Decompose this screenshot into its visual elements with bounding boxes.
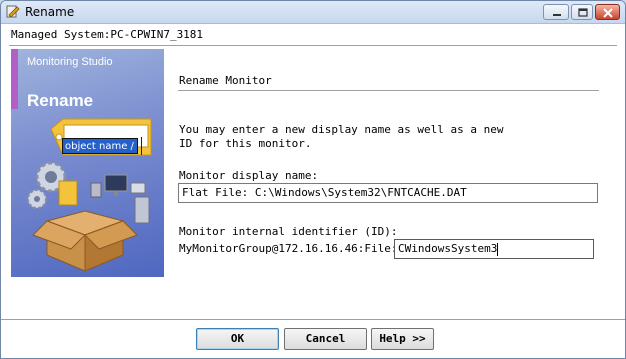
title-bar: Rename [1, 1, 625, 24]
section-heading: Rename Monitor [179, 74, 272, 87]
close-button[interactable] [595, 4, 620, 20]
internal-id-prefix: MyMonitorGroup@172.16.16.46:File: [179, 242, 398, 255]
window-title: Rename [25, 5, 75, 19]
ok-button[interactable]: OK [196, 328, 279, 350]
display-name-label: Monitor display name: [179, 169, 319, 182]
managed-system-label: Managed System:PC-CPWIN7_3181 [11, 28, 204, 41]
cancel-button[interactable]: Cancel [284, 328, 367, 350]
text-cursor-icon [141, 137, 142, 155]
help-button[interactable]: Help >> [371, 328, 434, 350]
instructions-text: You may enter a new display name as well… [179, 123, 504, 150]
display-name-input[interactable]: Flat File: C:\Windows\System32\FNTCACHE.… [178, 183, 598, 203]
rename-illustration-icon [27, 118, 152, 272]
internal-id-value: CWindowsSystem3 [398, 242, 498, 255]
internal-id-input[interactable]: CWindowsSystem3 [394, 239, 594, 259]
caret-icon [497, 242, 499, 256]
maximize-button[interactable] [571, 4, 593, 20]
app-icon [6, 5, 20, 18]
close-icon [603, 8, 613, 18]
maximize-icon [578, 8, 588, 17]
banner-tag-text: object name / ID [62, 138, 138, 154]
top-divider [9, 45, 617, 47]
rename-banner: Monitoring Studio Rename object name / [11, 49, 164, 277]
minimize-button[interactable] [543, 4, 569, 20]
minimize-icon [553, 14, 561, 16]
internal-id-label: Monitor internal identifier (ID): [179, 225, 398, 238]
section-divider [178, 90, 599, 92]
rename-dialog: Rename Managed System:PC-CPWIN7_3181 Mon… [0, 0, 626, 359]
